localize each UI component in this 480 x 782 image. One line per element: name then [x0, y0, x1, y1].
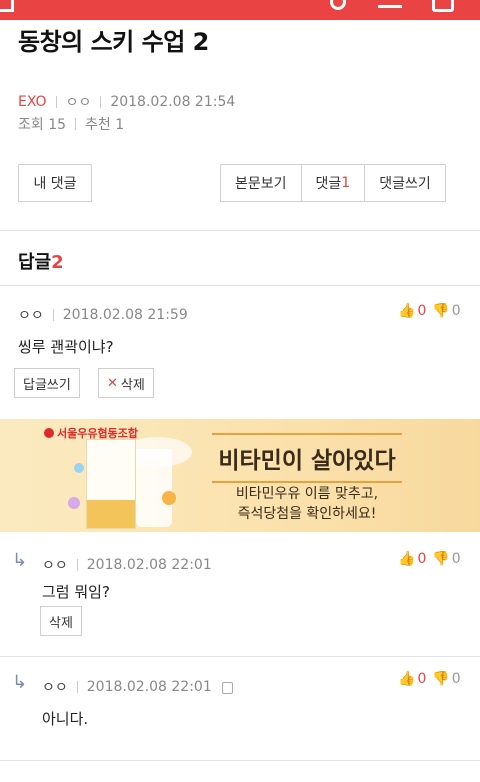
vitamin-bubble-icon	[68, 497, 80, 509]
downvote-count: 0	[451, 551, 461, 567]
replies-count: 2	[51, 252, 64, 273]
thumbs-down-icon: 👎	[432, 303, 450, 319]
my-comments-button[interactable]: 내 댓글	[18, 164, 92, 202]
reply-button[interactable]: 답글쓰기	[14, 368, 80, 398]
downvote-count: 0	[451, 303, 461, 319]
replies-label: 답글	[18, 252, 52, 273]
post-author: ㅇㅇ	[65, 95, 92, 111]
write-comment-button[interactable]: 댓글쓰기	[365, 165, 445, 201]
comment-date: 2018.02.08 22:01	[86, 557, 212, 573]
divider	[76, 559, 78, 571]
vitamin-bubble-icon	[74, 463, 84, 473]
milk-carton-image	[86, 439, 136, 529]
ad-subtext-1: 비타민우유 이름 맞추고,	[235, 486, 379, 502]
milk-glass-image	[136, 449, 172, 527]
post-recommend: 추천 1	[85, 117, 125, 133]
comment-author: ㅇㅇ	[18, 308, 44, 324]
comments-count: 1	[341, 175, 351, 191]
comment-text: 아니다.	[42, 710, 89, 728]
delete-button[interactable]: ✕ 삭제	[98, 368, 154, 398]
comment-author: ㅇㅇ	[42, 558, 68, 574]
post-action-group: 본문보기 댓글 1 댓글쓰기	[220, 164, 446, 202]
comment-text: 씽루 괜곽이냐?	[18, 338, 114, 356]
thumbs-up-icon: 👍	[398, 303, 416, 319]
divider	[55, 96, 57, 108]
ad-headline: 비타민이 살아있다	[212, 433, 402, 483]
post-meta: EXO ㅇㅇ 2018.02.08 21:54	[18, 92, 235, 112]
close-icon: ✕	[107, 375, 118, 391]
reply-arrow-icon: ↳	[12, 672, 28, 693]
back-icon[interactable]	[0, 0, 14, 12]
view-post-button[interactable]: 본문보기	[221, 165, 302, 201]
comment-date: 2018.02.08 21:59	[62, 307, 188, 323]
divider	[76, 681, 78, 693]
downvote-button[interactable]: 👎 0	[432, 671, 460, 687]
comment-votes: 👍 0 👎 0	[398, 551, 461, 567]
menu-icon[interactable]	[378, 0, 402, 8]
divider	[0, 230, 480, 231]
post-stats: 조회 15 추천 1	[18, 114, 124, 134]
thumbs-down-icon: 👎	[432, 551, 450, 567]
comments-label: 댓글	[315, 176, 342, 192]
upvote-count: 0	[417, 671, 427, 687]
thumbs-down-icon: 👎	[432, 671, 450, 687]
upvote-count: 0	[417, 303, 427, 319]
downvote-count: 0	[451, 671, 461, 687]
reply-arrow-icon: ↳	[12, 550, 28, 571]
upvote-count: 0	[417, 551, 427, 567]
divider	[0, 760, 480, 761]
replies-header: 답글2	[18, 248, 64, 274]
upvote-button[interactable]: 👍 0	[398, 551, 426, 567]
lock-icon	[221, 682, 233, 694]
comments-button[interactable]: 댓글 1	[302, 165, 366, 201]
comment-votes: 👍 0 👎 0	[398, 303, 461, 319]
comment-text: 그럼 뭐임?	[42, 583, 110, 601]
upvote-button[interactable]: 👍 0	[398, 671, 426, 687]
divider	[0, 285, 480, 286]
thumbs-up-icon: 👍	[398, 671, 416, 687]
divider	[0, 656, 480, 657]
post-date: 2018.02.08 21:54	[110, 94, 236, 110]
delete-label: 삭제	[120, 377, 145, 393]
post-category[interactable]: EXO	[18, 94, 47, 110]
top-bar	[0, 0, 480, 20]
divider	[100, 96, 102, 108]
brand-mark-icon	[44, 428, 54, 438]
comment-author: ㅇㅇ	[42, 680, 68, 696]
ad-banner[interactable]: 서울우유협동조합 비타민이 살아있다 비타민우유 이름 맞추고, 즉석당첨을 확…	[0, 419, 480, 532]
divider	[52, 309, 54, 321]
upvote-button[interactable]: 👍 0	[398, 303, 426, 319]
comment-date: 2018.02.08 22:01	[86, 679, 212, 695]
comment-meta: ㅇㅇ 2018.02.08 22:01	[42, 677, 233, 697]
post-title: 동창의 스키 수업 2	[18, 28, 209, 56]
downvote-button[interactable]: 👎 0	[432, 303, 460, 319]
write-icon[interactable]	[432, 0, 454, 12]
comment-meta: ㅇㅇ 2018.02.08 22:01	[42, 555, 212, 575]
ad-subtext-2: 즉석당첨을 확인하세요!	[237, 506, 377, 522]
post-views: 조회 15	[18, 117, 67, 133]
delete-button[interactable]: 삭제	[40, 606, 82, 636]
search-icon[interactable]	[330, 0, 346, 10]
comment-meta: ㅇㅇ 2018.02.08 21:59	[18, 305, 188, 325]
vitamin-bubble-icon	[162, 491, 176, 505]
comment-votes: 👍 0 👎 0	[398, 671, 461, 687]
divider	[75, 118, 77, 130]
thumbs-up-icon: 👍	[398, 551, 416, 567]
downvote-button[interactable]: 👎 0	[432, 551, 460, 567]
